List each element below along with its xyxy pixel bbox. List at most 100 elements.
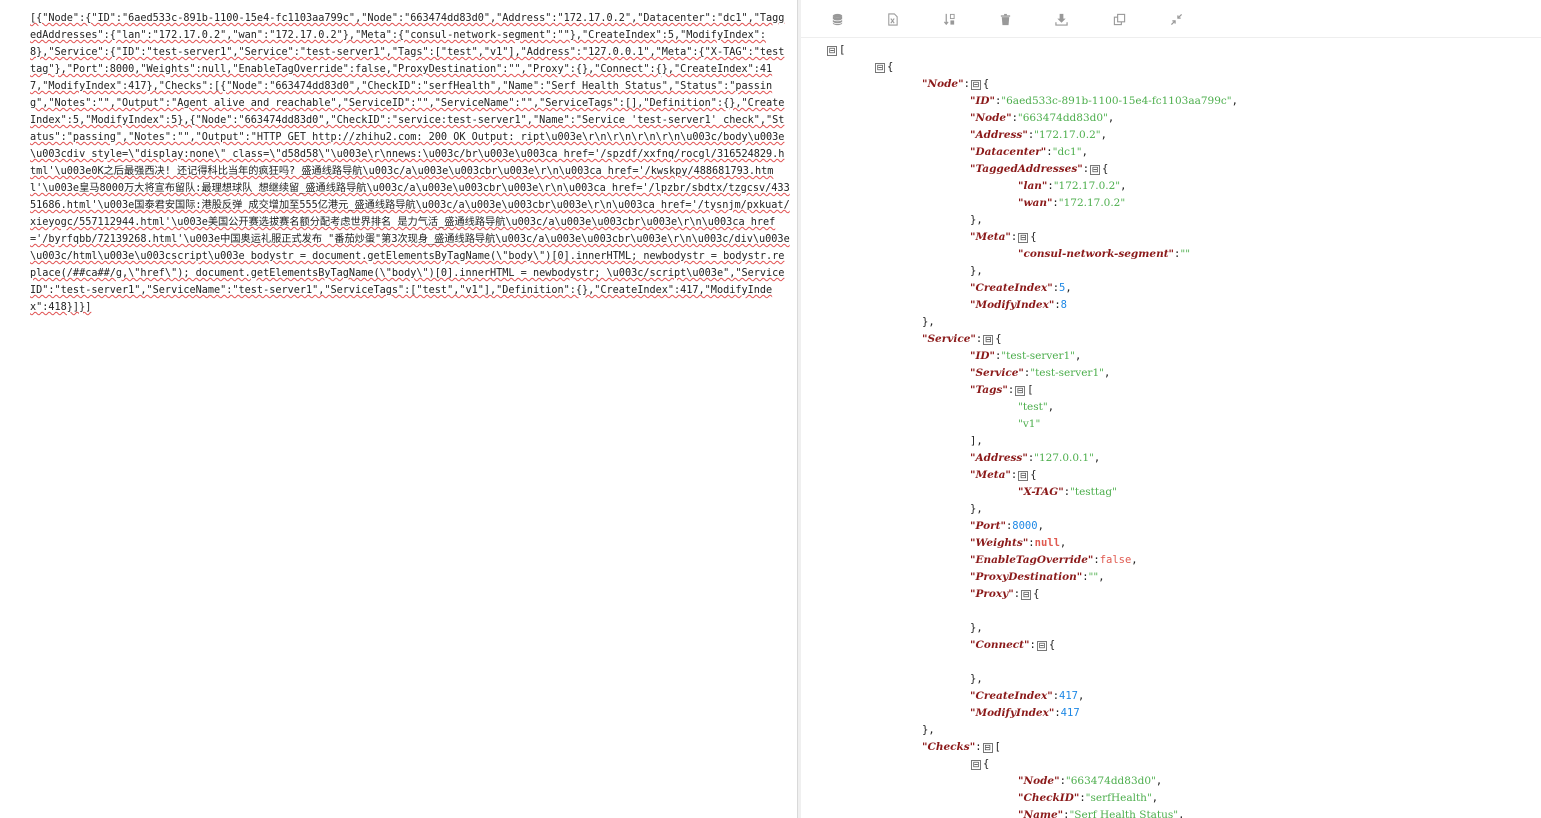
json-value: "test-server1" bbox=[1030, 367, 1104, 379]
json-value: "172.17.0.2" bbox=[1058, 197, 1126, 209]
json-value: "dc1" bbox=[1052, 146, 1082, 158]
collapse-toggle-icon[interactable]: ⊟ bbox=[1018, 471, 1029, 481]
json-value: 417 bbox=[1059, 690, 1078, 702]
tree-line: "CreateIndex":417, bbox=[826, 688, 1536, 705]
comma: , bbox=[1037, 520, 1044, 532]
json-value: "" bbox=[1180, 248, 1191, 260]
json-value: "172.17.0.2" bbox=[1034, 129, 1101, 141]
bracket: }, bbox=[970, 265, 983, 277]
bracket: }, bbox=[922, 316, 935, 328]
tree-line: "CheckID":"serfHealth", bbox=[826, 790, 1536, 807]
comma: , bbox=[1107, 112, 1115, 124]
comma: , bbox=[1120, 180, 1127, 192]
collapse-toggle-icon[interactable]: ⊟ bbox=[982, 743, 993, 753]
json-key: "Node" bbox=[1018, 775, 1060, 787]
collapse-toggle-icon[interactable]: ⊟ bbox=[1018, 233, 1029, 243]
json-key: "ID" bbox=[970, 350, 995, 362]
json-value: "172.17.0.2" bbox=[1053, 180, 1121, 192]
tree-line: "ModifyIndex":8 bbox=[826, 297, 1536, 314]
raw-json-panel[interactable]: [{"Node":{"ID":"6aed533c-891b-1100-15e4-… bbox=[0, 0, 798, 818]
json-value: "Serf Health Status" bbox=[1069, 809, 1179, 818]
tree-line: "Service": ⊟{ bbox=[826, 331, 1536, 348]
bracket: [ bbox=[839, 44, 846, 56]
tree-line: ⊟{ bbox=[826, 59, 1536, 76]
colon: : bbox=[975, 741, 982, 753]
bracket: { bbox=[1030, 231, 1037, 243]
json-value: "test-server1" bbox=[1001, 350, 1076, 362]
tree-line: "test", bbox=[826, 399, 1536, 416]
collapse-toggle-icon[interactable]: ⊟ bbox=[1021, 590, 1032, 600]
json-value: "127.0.0.1" bbox=[1034, 452, 1094, 464]
comma: , bbox=[1151, 792, 1159, 804]
json-key: "Node" bbox=[922, 78, 964, 90]
tree-line: "lan":"172.17.0.2", bbox=[826, 178, 1536, 195]
json-value: "" bbox=[1088, 571, 1099, 583]
bracket: }, bbox=[922, 724, 935, 736]
json-key: "EnableTagOverride" bbox=[970, 554, 1094, 566]
tree-line: "Port":8000, bbox=[826, 518, 1536, 535]
comma: , bbox=[1178, 809, 1185, 818]
collapse-toggle-icon[interactable]: ⊟ bbox=[971, 760, 981, 770]
json-key: "Address" bbox=[970, 129, 1028, 141]
copy-icon[interactable] bbox=[1111, 11, 1127, 27]
bracket: [ bbox=[994, 741, 1001, 753]
bracket: { bbox=[995, 333, 1002, 345]
json-key: "TaggedAddresses" bbox=[970, 163, 1083, 175]
bracket: { bbox=[887, 61, 894, 73]
bracket: ], bbox=[970, 435, 983, 447]
database-icon[interactable] bbox=[829, 11, 845, 27]
tree-line: "Service":"test-server1", bbox=[826, 365, 1536, 382]
json-key: "Name" bbox=[1018, 809, 1064, 818]
json-value: 8000 bbox=[1012, 520, 1038, 532]
tree-line: "Proxy": ⊟{ bbox=[826, 586, 1536, 603]
tree-line: "Checks": ⊟[ bbox=[826, 739, 1536, 756]
json-key: "Proxy" bbox=[970, 588, 1014, 600]
raw-json-text[interactable]: [{"Node":{"ID":"6aed533c-891b-1100-15e4-… bbox=[30, 10, 790, 316]
json-key: "Weights" bbox=[970, 537, 1029, 549]
json-key: "CheckID" bbox=[1018, 792, 1080, 804]
tree-line: "Node": ⊟{ bbox=[826, 76, 1536, 93]
json-key: "CreateIndex" bbox=[970, 690, 1053, 702]
tree-line: "ModifyIndex":417 bbox=[826, 705, 1536, 722]
comma: , bbox=[1100, 129, 1107, 141]
download-icon[interactable] bbox=[1053, 11, 1069, 27]
trash-icon[interactable] bbox=[997, 11, 1013, 27]
json-value: 8 bbox=[1060, 299, 1067, 311]
tree-line: ], bbox=[826, 433, 1536, 450]
comma: , bbox=[1098, 571, 1105, 583]
bracket: }, bbox=[970, 214, 983, 226]
comma: , bbox=[1059, 537, 1067, 549]
colon: : bbox=[1010, 469, 1018, 481]
collapse-toggle-icon[interactable]: ⊟ bbox=[827, 46, 837, 56]
tree-line: "Node":"663474dd83d0", bbox=[826, 110, 1536, 127]
sort-icon[interactable] bbox=[941, 11, 957, 27]
collapse-toggle-icon[interactable]: ⊟ bbox=[875, 63, 885, 73]
tree-line: "v1" bbox=[826, 416, 1536, 433]
bracket: { bbox=[1102, 163, 1109, 175]
json-key: "Address" bbox=[970, 452, 1028, 464]
json-value: null bbox=[1034, 537, 1060, 549]
tree-line: }, bbox=[826, 314, 1536, 331]
tree-line: ⊟[ bbox=[826, 42, 1536, 59]
compress-icon[interactable] bbox=[1168, 11, 1184, 27]
tree-line: "ID":"test-server1", bbox=[826, 348, 1536, 365]
json-key: "Service" bbox=[922, 333, 976, 345]
collapse-toggle-icon[interactable]: ⊟ bbox=[1090, 165, 1101, 175]
collapse-toggle-icon[interactable]: ⊟ bbox=[983, 335, 994, 345]
json-key: "Node" bbox=[970, 112, 1012, 124]
excel-icon[interactable] bbox=[884, 11, 900, 27]
tree-line: "Connect": ⊟{ bbox=[826, 637, 1536, 654]
tree-line: "ProxyDestination":"", bbox=[826, 569, 1536, 586]
json-key: "consul-network-segment" bbox=[1018, 248, 1175, 260]
json-key: "Connect" bbox=[970, 639, 1030, 651]
json-key: "Meta" bbox=[970, 469, 1011, 481]
colon: : bbox=[1007, 384, 1015, 396]
collapse-toggle-icon[interactable]: ⊟ bbox=[1015, 386, 1026, 396]
tree-line: "Datacenter":"dc1", bbox=[826, 144, 1536, 161]
bracket: { bbox=[1030, 469, 1037, 481]
comma: , bbox=[1081, 146, 1088, 158]
collapse-toggle-icon[interactable]: ⊟ bbox=[1036, 641, 1047, 651]
collapse-toggle-icon[interactable]: ⊟ bbox=[970, 80, 981, 90]
tree-line: "Name":"Serf Health Status", bbox=[826, 807, 1536, 818]
json-value: "testtag" bbox=[1070, 486, 1117, 498]
